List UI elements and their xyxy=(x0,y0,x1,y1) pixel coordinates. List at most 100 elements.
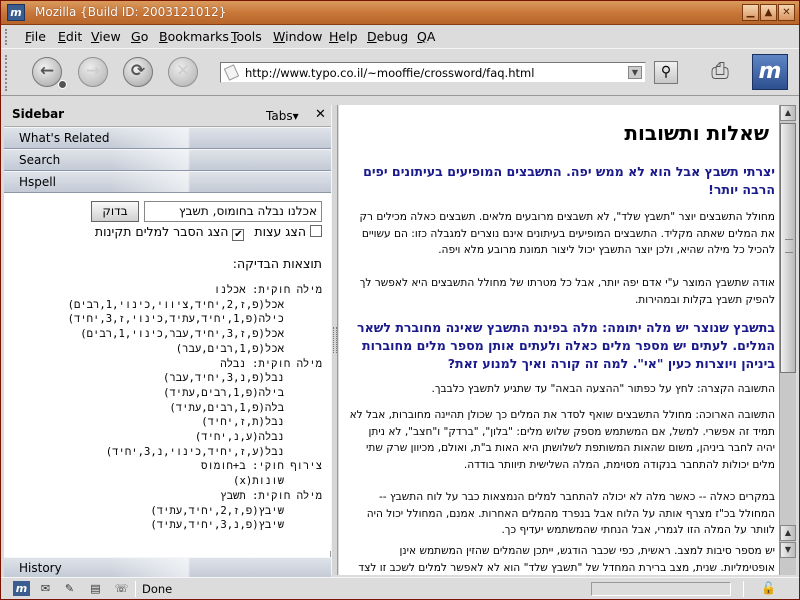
navigation-toolbar: ← → ⟳ ✕ http://www.typo.co.il/~mooffie/c… xyxy=(1,48,799,96)
back-icon[interactable]: ← xyxy=(32,57,67,89)
url-bar[interactable]: http://www.typo.co.il/~mooffie/crossword… xyxy=(220,62,646,83)
magnifier-icon[interactable]: ⚲ xyxy=(654,61,678,84)
answer-paragraph: מחולל התשבצים יוצר "תשבץ שלד", לא תשבצים… xyxy=(359,211,775,257)
result-heading: מילה חוקית: אכלנו xyxy=(213,284,322,296)
tabs-label: Tabs xyxy=(266,109,293,123)
toolbar-grip[interactable] xyxy=(5,29,13,45)
answer-paragraph: יש מספר סיבות למצב. ראשית, כפי שכבר הודג… xyxy=(358,545,775,574)
page-proxy-icon[interactable] xyxy=(223,64,240,81)
panel-shine xyxy=(111,558,331,578)
result-heading: מילה חוקית: נבלה xyxy=(220,357,322,370)
sidebar-panel-hspell[interactable]: Hspell xyxy=(4,171,331,193)
toolbar-grip[interactable] xyxy=(5,55,13,91)
irc-icon[interactable]: ☏ xyxy=(113,581,130,596)
mail-icon[interactable]: ✉ xyxy=(37,581,54,596)
show-suggestions-label[interactable]: הצג עצות xyxy=(254,224,306,239)
sidebar-splitter[interactable] xyxy=(331,105,338,575)
lock-icon[interactable]: 🔓 xyxy=(761,581,776,595)
app-icon: m xyxy=(7,4,25,21)
hspell-text-input[interactable]: אכלנו נבלה בחומוס, תשבץ xyxy=(144,201,322,222)
window-title: Mozilla {Build ID: 2003121012} xyxy=(35,5,227,19)
thumb-grip xyxy=(785,239,793,253)
scroll-up-icon[interactable]: ▲ xyxy=(780,105,796,121)
result-analysis: בילה(פ,1,רבים,עתיד) xyxy=(163,386,284,399)
sidebar-close-icon[interactable]: ✕ xyxy=(315,107,326,122)
panel-shine xyxy=(111,172,331,192)
scroll-down-icon[interactable]: ▼ xyxy=(780,542,796,558)
result-analysis: נבלה(ע,נ,יחיד) xyxy=(194,431,284,444)
throbber-logo[interactable]: m xyxy=(752,54,788,90)
sidebar-tabs-button[interactable]: Tabs▾ xyxy=(266,109,299,123)
forward-icon[interactable]: → xyxy=(78,57,108,87)
panel-label: What's Related xyxy=(19,131,110,145)
address-book-icon[interactable]: ▤ xyxy=(87,581,104,596)
menu-go[interactable]: Go xyxy=(131,29,148,44)
result-analysis: נבל(פ,נ,3,יחיד,עבר) xyxy=(163,372,284,385)
page-heading: שאלות ותשובות xyxy=(624,121,769,145)
url-text[interactable]: http://www.typo.co.il/~mooffie/crossword… xyxy=(245,66,534,80)
answer-paragraph: במקרים כאלה -- כאשר מלה לא יכולה להתחבר … xyxy=(366,491,775,537)
panel-label: History xyxy=(19,561,62,575)
menu-edit[interactable]: Edit xyxy=(58,29,82,44)
menu-file[interactable]: File xyxy=(25,29,46,44)
menu-window[interactable]: Window xyxy=(273,29,322,44)
menu-bar: File Edit View Go Bookmarks Tools Window… xyxy=(1,26,799,48)
divider xyxy=(743,581,744,597)
scrollbar-thumb[interactable] xyxy=(780,123,796,373)
result-analysis: אכל(פ,ז,2,יחיד,ציווי,כינוי,1,רבים) xyxy=(67,298,284,311)
question-1: יצרתי תשבץ אבל הוא לא ממש יפה. התשבצים ה… xyxy=(363,164,775,197)
result-heading: מילה חוקית: תשבץ xyxy=(220,489,322,502)
sidebar-panel-search[interactable]: Search xyxy=(4,149,331,171)
stop-icon[interactable]: ✕ xyxy=(168,57,198,87)
composer-icon[interactable]: ✎ xyxy=(61,581,78,596)
result-analysis: נבל(ע,ז,יחיד,כינוי,נ,3,יחיד) xyxy=(105,445,284,458)
menu-view[interactable]: View xyxy=(91,29,121,44)
vertical-scrollbar[interactable]: ▲ ▲ ▼ xyxy=(779,105,796,575)
hspell-check-button[interactable]: בדוק xyxy=(91,201,139,222)
sidebar: Sidebar Tabs▾ ✕ What's Related Search Hs… xyxy=(4,105,331,579)
mozilla-icon[interactable]: m xyxy=(13,581,30,596)
result-analysis: שיבץ(פ,נ,3,יחיד,עתיד) xyxy=(150,519,284,532)
menu-bookmarks[interactable]: Bookmarks xyxy=(159,29,229,44)
minimize-icon[interactable]: ▁ xyxy=(742,4,759,21)
result-analysis: בלה(פ,1,רבים,עתיד) xyxy=(169,401,284,414)
close-icon[interactable]: ✕ xyxy=(778,4,795,21)
panel-shine xyxy=(111,150,331,170)
reload-icon[interactable]: ⟳ xyxy=(123,57,153,87)
result-analysis: אכל(פ,1,רבים,עבר) xyxy=(175,342,284,355)
splitter-grip[interactable] xyxy=(333,327,337,353)
result-heading: צירוף חוקי: ב+חומוס xyxy=(201,460,322,473)
title-bar[interactable]: m Mozilla {Build ID: 2003121012} ▁ ▲ ✕ xyxy=(1,1,799,25)
progress-meter xyxy=(591,582,731,596)
maximize-icon[interactable]: ▲ xyxy=(760,4,777,21)
hspell-results: מילה חוקית: אכלנו אכל(פ,ז,2,יחיד,ציווי,כי… xyxy=(16,283,322,533)
menu-debug[interactable]: Debug xyxy=(367,29,408,44)
panel-shine xyxy=(111,128,331,148)
panel-label: Hspell xyxy=(19,175,56,189)
sidebar-panel-history[interactable]: History xyxy=(4,557,331,579)
result-analysis: שיבץ(פ,ז,2,יחיד,עתיד) xyxy=(150,504,284,517)
page-content: שאלות ותשובות יצרתי תשבץ אבל הוא לא ממש … xyxy=(339,105,779,575)
menu-help[interactable]: Help xyxy=(329,29,358,44)
dropdown-indicator-icon[interactable] xyxy=(58,80,67,89)
sidebar-panel-whats-related[interactable]: What's Related xyxy=(4,127,331,149)
show-explanation-checkbox[interactable]: ✔ xyxy=(232,229,245,241)
result-analysis: כילה(פ,1,יחיד,עתיד,כינוי,ז,3,יחיד) xyxy=(67,313,284,326)
hspell-panel: אכלנו נבלה בחומוס, תשבץ בדוק הצג עצות ✔ה… xyxy=(4,193,331,551)
browser-window: m Mozilla {Build ID: 2003121012} ▁ ▲ ✕ F… xyxy=(0,0,800,600)
sidebar-header: Sidebar Tabs▾ ✕ xyxy=(4,105,331,127)
hspell-options: הצג עצות ✔הצג הסבר למלים תקינות xyxy=(72,224,322,244)
sidebar-title: Sidebar xyxy=(12,107,65,121)
answer-paragraph: התשובה הארוכה: מחולל התשבצים שואף לסדר א… xyxy=(349,409,775,471)
result-analysis: נבל(ת,ז,יחיד) xyxy=(201,416,284,429)
show-explanation-label[interactable]: הצג הסבר למלים תקינות xyxy=(95,224,229,239)
result-analysis: אכל(פ,ז,3,יחיד,עבר,כינוי,1,רבים) xyxy=(80,328,284,341)
show-suggestions-checkbox[interactable] xyxy=(310,225,322,237)
menu-tools[interactable]: Tools xyxy=(231,29,262,44)
question-2: בתשבץ שנוצר יש מלה יתומה: מלה בפינת התשב… xyxy=(357,320,775,371)
url-dropdown-icon[interactable]: ▼ xyxy=(628,66,642,79)
menu-qa[interactable]: QA xyxy=(417,29,435,44)
answer-paragraph: התשובה הקצרה: לחץ על כפתור "ההצעה הבאה" … xyxy=(431,383,775,395)
print-icon[interactable]: ⎙ xyxy=(703,55,737,89)
scroll-up-icon[interactable]: ▲ xyxy=(780,525,796,541)
